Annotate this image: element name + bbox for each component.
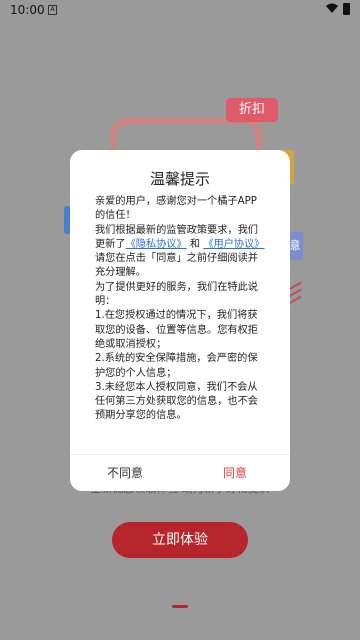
dialog-item-1: 1.在您授权通过的情况下，我们将获取您的设备、位置等信息。您有权拒绝或取消授权； [95,310,258,350]
dialog-read-text: 请您在点击「同意」之前仔细阅读并充分理解。 [95,253,258,279]
agree-button[interactable]: 同意 [180,455,290,491]
dialog-item-2: 2.系统的安全保障措施，会严密的保护您的个人信息； [95,353,258,379]
try-now-button[interactable]: 立即体验 [112,522,248,558]
notification-icon: A [48,5,57,15]
dialog-greeting: 亲爱的用户，感谢您对一个橘子APP的信任！ [95,196,257,222]
dialog-title: 温馨提示 [149,170,210,188]
dialog-actions: 不同意 同意 [70,454,290,491]
privacy-policy-link[interactable]: 《隐私协议》 [126,239,187,250]
page-indicator [172,605,188,608]
dialog-and-text: 和 [186,238,204,250]
user-agreement-link[interactable]: 《用户协议》 [203,239,264,250]
battery-icon [343,3,350,15]
illustration-stripes [288,280,302,310]
discount-tag: 折扣 [226,98,278,122]
status-bar: 10:00 A [0,0,360,20]
wifi-icon [326,3,338,13]
privacy-dialog: 温馨提示 亲爱的用户，感谢您对一个橘子APP的信任！ 我们根据最新的监管政策要求… [70,150,290,491]
dialog-body: 亲爱的用户，感谢您对一个橘子APP的信任！ 我们根据最新的监管政策要求，我们更新… [95,195,267,424]
dialog-item-3: 3.未经您本人授权同意，我们不会从任何第三方处获取您的信息，也不会预期分享您的信… [95,381,258,422]
status-time: 10:00 [10,3,45,17]
disagree-button[interactable]: 不同意 [70,455,180,491]
dialog-intro: 为了提供更好的服务，我们在特此说明： [95,281,258,308]
